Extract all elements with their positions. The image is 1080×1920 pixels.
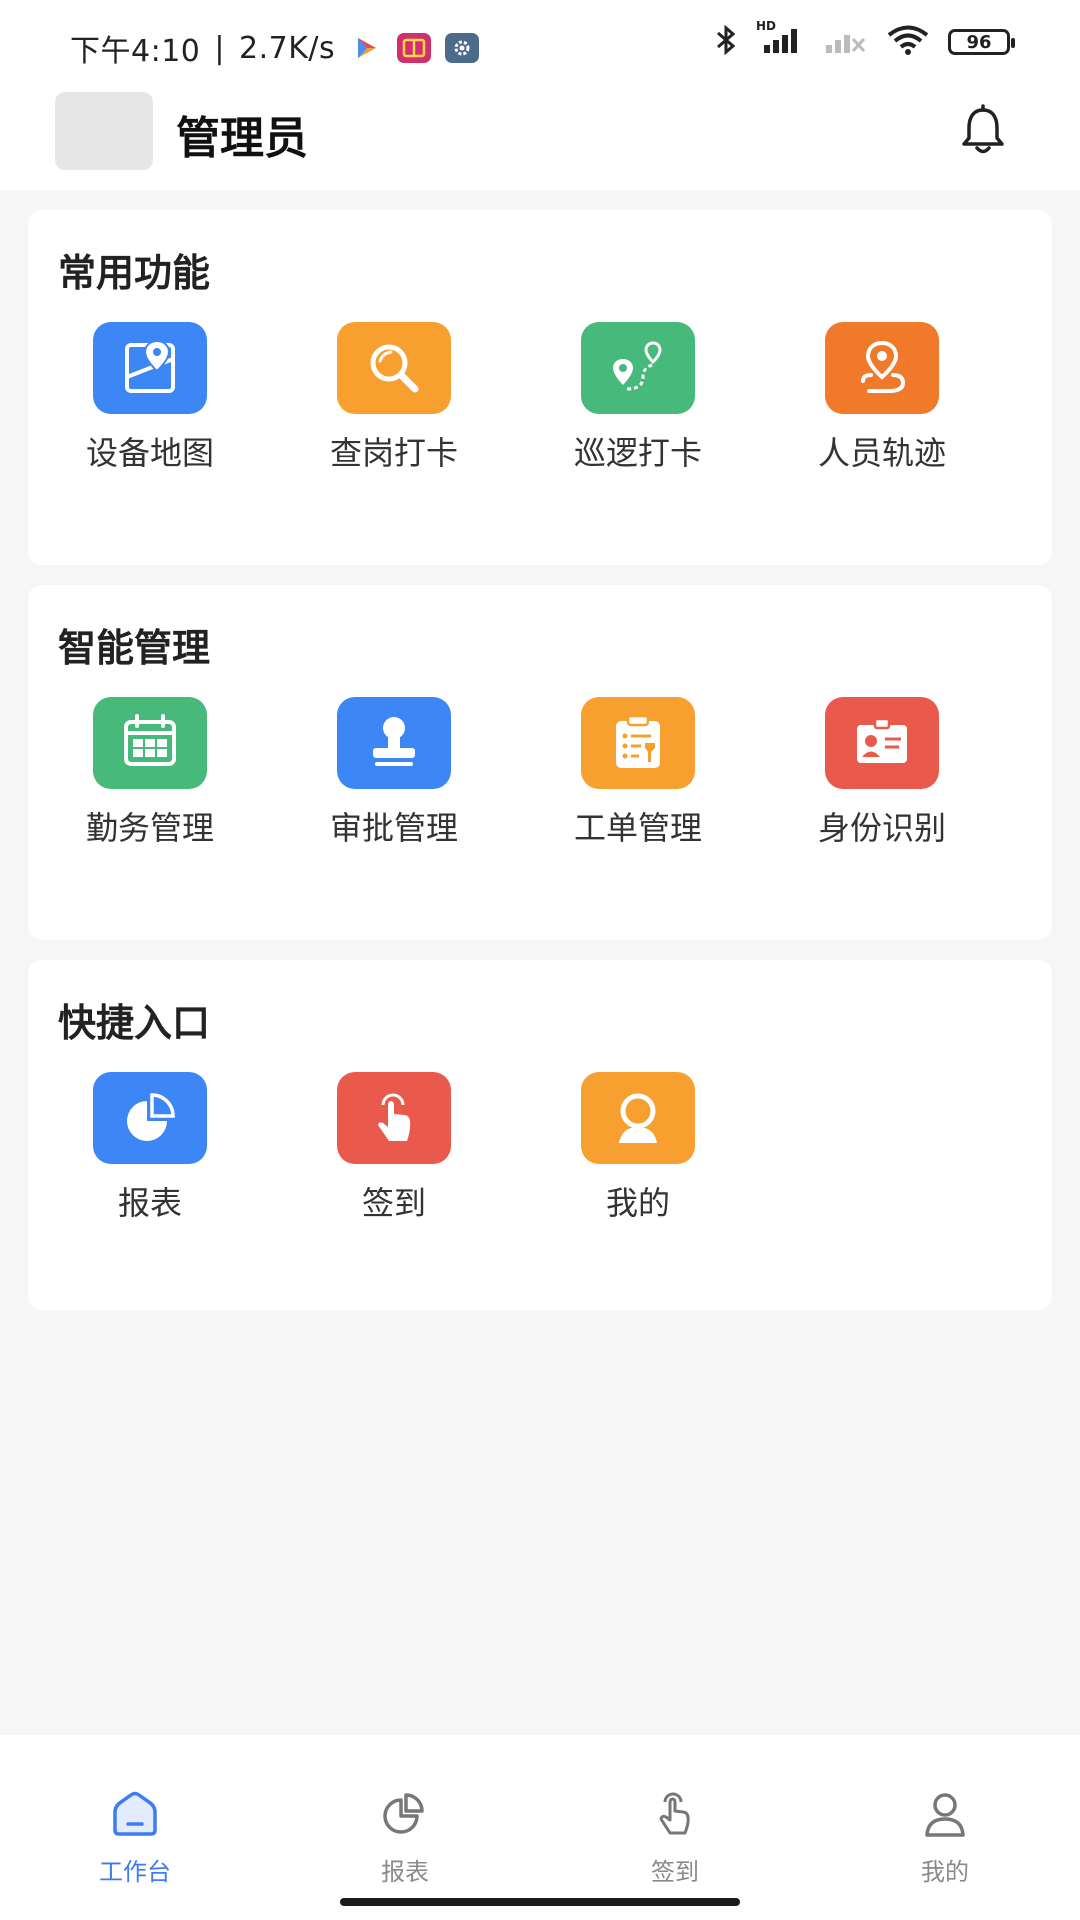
calendar-icon — [93, 697, 207, 789]
map-icon — [93, 322, 207, 414]
nav-label: 工作台 — [99, 1858, 171, 1886]
network-speed: 2.7K/s — [238, 30, 336, 66]
section-title: 智能管理 — [58, 626, 211, 670]
avatar[interactable] — [55, 92, 153, 170]
bluetooth-icon — [714, 24, 738, 60]
clipboard-icon — [581, 697, 695, 789]
status-bar: 下午4:10 | 2.7K/s HD 96 — [0, 0, 1080, 90]
location-track-icon — [825, 322, 939, 414]
pie-chart-icon — [93, 1072, 207, 1164]
bottom-nav: 工作台 报表 签到 我的 — [0, 1735, 1080, 1920]
nav-item-mine[interactable]: 我的 — [875, 1790, 1015, 1887]
nav-label: 签到 — [651, 1858, 699, 1886]
book-app-icon — [397, 33, 432, 63]
section-quick-entry: 快捷入口 报表 签到 我的 — [28, 960, 1052, 1310]
nav-label: 我的 — [921, 1858, 969, 1886]
function-grid: 报表 签到 我的 — [28, 1072, 1052, 1224]
magnifier-icon — [337, 322, 451, 414]
section-title: 常用功能 — [58, 251, 211, 295]
grid-label: 人员轨迹 — [817, 434, 946, 472]
grid-label: 审批管理 — [329, 809, 458, 847]
bell-icon[interactable] — [956, 104, 1010, 158]
section-common-functions: 常用功能 设备地图 查岗打卡 巡逻打卡 人员轨迹 — [28, 210, 1052, 565]
section-title: 快捷入口 — [58, 1001, 211, 1045]
function-grid: 勤务管理 审批管理 工单管理 身份识别 — [28, 697, 1052, 849]
grid-item-person-track[interactable]: 人员轨迹 — [760, 322, 1004, 474]
grid-item-work-order[interactable]: 工单管理 — [516, 697, 760, 849]
network-badge: HD — [756, 19, 777, 33]
grid-item-approval-management[interactable]: 审批管理 — [272, 697, 516, 849]
route-pin-icon — [581, 322, 695, 414]
grid-label: 设备地图 — [85, 434, 214, 472]
wifi-icon — [886, 24, 930, 60]
nav-item-sign-in[interactable]: 签到 — [605, 1790, 745, 1887]
signal-disabled-icon — [822, 25, 868, 59]
section-smart-management: 智能管理 勤务管理 审批管理 工单管理 身份识别 — [28, 585, 1052, 940]
grid-label: 巡逻打卡 — [573, 434, 702, 472]
gear-app-icon — [445, 33, 480, 63]
home-icon — [109, 1790, 161, 1842]
home-indicator[interactable] — [340, 1898, 740, 1906]
tap-hand-icon — [649, 1790, 701, 1842]
grid-label: 查岗打卡 — [329, 434, 458, 472]
play-store-icon — [349, 33, 383, 63]
grid-item-identity-recognition[interactable]: 身份识别 — [760, 697, 1004, 849]
nav-item-workbench[interactable]: 工作台 — [65, 1790, 205, 1887]
status-right: HD 96 — [714, 19, 1015, 60]
status-time: 下午4:10 — [70, 34, 201, 69]
grid-item-duty-management[interactable]: 勤务管理 — [28, 697, 272, 849]
status-left: 下午4:10 | 2.7K/s — [70, 26, 480, 70]
grid-item-report[interactable]: 报表 — [28, 1072, 272, 1224]
battery-icon: 96 — [948, 29, 1015, 55]
battery-level: 96 — [966, 31, 992, 53]
id-card-icon — [825, 697, 939, 789]
tap-hand-icon — [337, 1072, 451, 1164]
app-header: 管理员 — [0, 90, 1080, 190]
grid-label: 勤务管理 — [85, 809, 214, 847]
grid-item-mine[interactable]: 我的 — [516, 1072, 760, 1224]
status-separator: | — [214, 30, 225, 66]
user-face-icon — [581, 1072, 695, 1164]
grid-label: 签到 — [361, 1184, 426, 1222]
stamp-icon — [337, 697, 451, 789]
grid-label: 我的 — [605, 1184, 670, 1222]
grid-item-post-check[interactable]: 查岗打卡 — [272, 322, 516, 474]
grid-item-sign-in[interactable]: 签到 — [272, 1072, 516, 1224]
function-grid: 设备地图 查岗打卡 巡逻打卡 人员轨迹 — [28, 322, 1052, 474]
nav-label: 报表 — [381, 1858, 429, 1886]
grid-label: 身份识别 — [817, 809, 946, 847]
signal-icon: HD — [756, 19, 804, 59]
pie-chart-icon — [379, 1790, 431, 1842]
person-icon — [919, 1790, 971, 1842]
user-name: 管理员 — [176, 113, 308, 164]
grid-label: 工单管理 — [573, 809, 702, 847]
grid-label: 报表 — [117, 1184, 182, 1222]
grid-item-patrol-check[interactable]: 巡逻打卡 — [516, 322, 760, 474]
nav-item-report[interactable]: 报表 — [335, 1790, 475, 1887]
grid-item-device-map[interactable]: 设备地图 — [28, 322, 272, 474]
